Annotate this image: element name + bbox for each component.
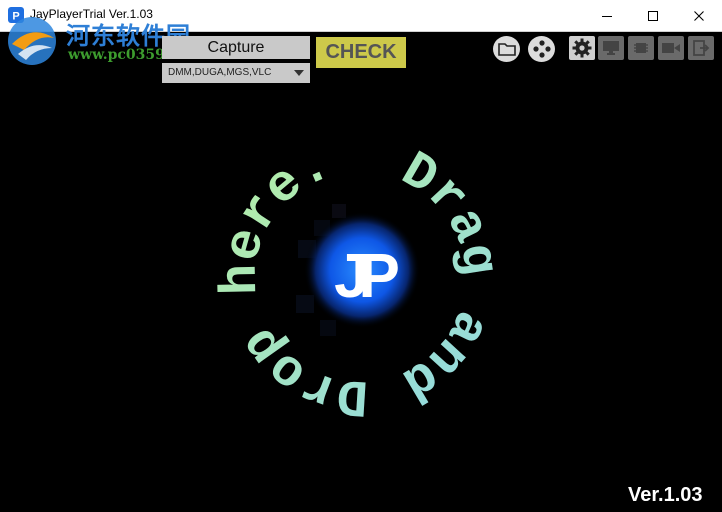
record-button[interactable] [658, 36, 684, 60]
exit-button[interactable] [688, 36, 714, 60]
drop-area[interactable]: JP Drag and Drop here. [180, 90, 540, 480]
close-icon [694, 10, 704, 21]
filter-selected-value: DMM,DUGA,MGS,VLC [168, 67, 272, 78]
app-logo-letters: JP [334, 242, 398, 311]
gamepad-button[interactable] [528, 36, 555, 62]
chip-button[interactable] [628, 36, 654, 60]
check-button[interactable]: CHECK [316, 37, 406, 68]
exit-icon [693, 40, 710, 56]
video-camera-icon [662, 43, 680, 53]
watermark-logo [8, 17, 56, 65]
open-folder-button[interactable] [493, 36, 520, 62]
minimize-button[interactable] [584, 0, 630, 31]
source-filter-select[interactable]: DMM,DUGA,MGS,VLC [162, 63, 310, 83]
display-button[interactable] [598, 36, 624, 60]
minimize-icon [602, 15, 612, 17]
gear-icon [572, 38, 592, 58]
settings-button[interactable] [569, 36, 595, 60]
version-label: Ver.1.03 [628, 484, 703, 506]
monitor-icon [603, 41, 619, 55]
gamepad-icon [532, 40, 551, 58]
chevron-down-icon [294, 70, 304, 76]
folder-icon [497, 43, 516, 56]
app-window: P JayPlayerTrial Ver.1.03 河东软件园 www.pc03… [0, 0, 722, 512]
capture-button[interactable]: Capture [162, 36, 310, 59]
close-button[interactable] [676, 0, 722, 31]
maximize-icon [648, 10, 658, 21]
maximize-button[interactable] [630, 0, 676, 31]
chip-icon [634, 43, 648, 53]
